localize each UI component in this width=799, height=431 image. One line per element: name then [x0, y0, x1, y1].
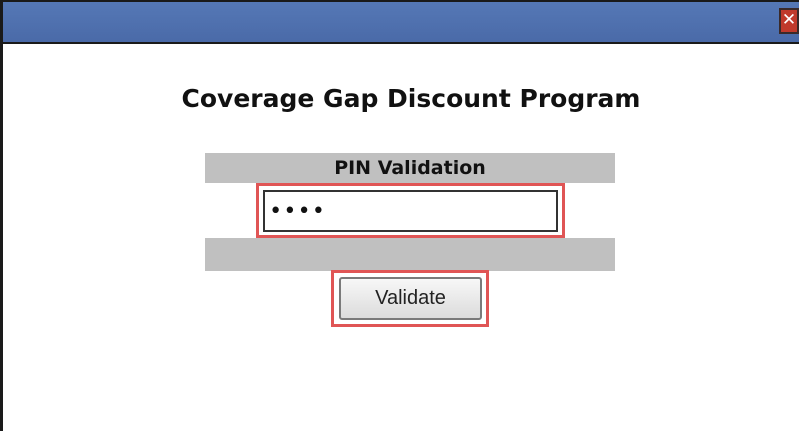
pin-input[interactable]	[263, 190, 558, 232]
close-icon[interactable]: ✕	[779, 8, 799, 34]
dialog-window: ✕ Coverage Gap Discount Program PIN Vali…	[0, 0, 799, 431]
page-title: Coverage Gap Discount Program	[181, 84, 641, 113]
validate-button[interactable]: Validate	[339, 277, 482, 320]
pin-section-header: PIN Validation	[205, 153, 615, 183]
pin-section-footer	[205, 238, 615, 271]
title-bar: ✕	[3, 0, 799, 44]
